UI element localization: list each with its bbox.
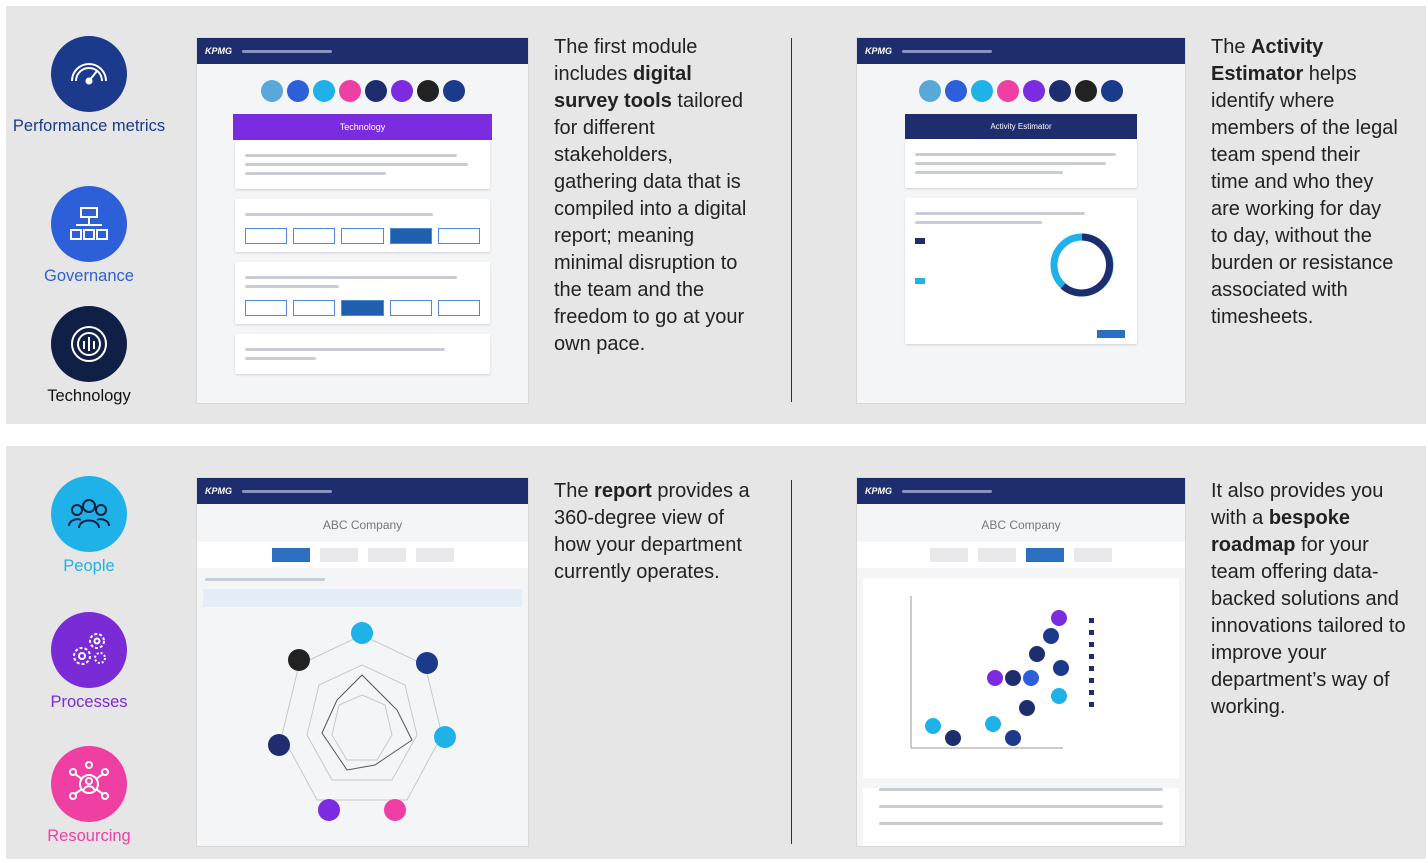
tech-gear-icon bbox=[51, 306, 127, 382]
roadmap-tabs bbox=[857, 542, 1185, 568]
report-screenshot: KPMG ABC Company bbox=[196, 477, 529, 847]
bubble-chart bbox=[910, 596, 1094, 749]
category-label: Processes bbox=[50, 693, 128, 711]
kpmg-logo: KPMG bbox=[865, 46, 892, 56]
initiatives-table bbox=[863, 788, 1179, 846]
activity-description: The Activity Estimator helps identify wh… bbox=[1211, 36, 1398, 328]
company-name: ABC Company bbox=[322, 518, 403, 532]
divider bbox=[791, 38, 792, 402]
category-resourcing: Resourcing bbox=[6, 746, 172, 846]
module-banner: Technology bbox=[233, 114, 492, 140]
app-header: KPMG bbox=[857, 478, 1185, 504]
gears-icon bbox=[51, 612, 127, 688]
radar-chart bbox=[268, 622, 456, 821]
people-icon bbox=[51, 476, 127, 552]
roadmap-screenshot: KPMG ABC Company bbox=[856, 477, 1186, 847]
tab[interactable] bbox=[978, 548, 1016, 562]
roadmap-chart-card bbox=[863, 578, 1179, 778]
roadmap-description: It also provides you with a bespoke road… bbox=[1211, 480, 1406, 718]
question-card bbox=[235, 262, 490, 324]
category-label: People bbox=[63, 557, 115, 575]
app-header: KPMG bbox=[857, 38, 1185, 64]
tab[interactable] bbox=[271, 548, 310, 562]
module-banner: Activity Estimator bbox=[905, 114, 1137, 139]
tab[interactable] bbox=[319, 548, 358, 562]
tab[interactable] bbox=[367, 548, 406, 562]
category-technology: Technology bbox=[6, 306, 172, 406]
module-icon-row bbox=[197, 80, 528, 102]
category-label: Technology bbox=[47, 387, 131, 405]
question-card bbox=[235, 334, 490, 374]
survey-description: The first module includes digital survey… bbox=[554, 36, 747, 355]
category-label: Resourcing bbox=[47, 827, 131, 845]
tab[interactable] bbox=[1026, 548, 1064, 562]
intro-card bbox=[905, 139, 1137, 188]
category-people: People bbox=[6, 476, 172, 576]
top-panel: Performance metrics Governance Technolog… bbox=[6, 6, 1426, 424]
app-header: KPMG bbox=[197, 38, 528, 64]
divider bbox=[791, 480, 792, 844]
speedometer-icon bbox=[51, 36, 127, 112]
category-label: Performance metrics bbox=[12, 117, 166, 135]
estimator-card bbox=[905, 198, 1137, 344]
category-processes: Processes bbox=[6, 612, 172, 712]
question-card bbox=[235, 199, 490, 252]
module-icon-row bbox=[857, 80, 1185, 102]
tab[interactable] bbox=[1074, 548, 1112, 562]
org-chart-icon bbox=[51, 186, 127, 262]
activity-estimator-screenshot: KPMG Activity Estimator bbox=[856, 37, 1186, 404]
report-description: The report provides a 360-degree view of… bbox=[554, 480, 750, 583]
category-label: Governance bbox=[44, 267, 134, 285]
bottom-panel: People Processes Resourcing KPMG ABC Com… bbox=[6, 446, 1426, 859]
kpmg-logo: KPMG bbox=[205, 46, 232, 56]
tab[interactable] bbox=[930, 548, 968, 562]
app-header: KPMG bbox=[197, 478, 528, 504]
network-person-icon bbox=[51, 746, 127, 822]
survey-screenshot: KPMG Technology bbox=[196, 37, 529, 404]
report-tabs bbox=[197, 542, 528, 568]
next-button[interactable] bbox=[1097, 330, 1125, 338]
intro-card bbox=[235, 140, 490, 189]
donut-chart bbox=[1050, 233, 1114, 297]
kpmg-logo: KPMG bbox=[205, 486, 232, 496]
kpmg-logo: KPMG bbox=[865, 486, 892, 496]
legend-strip bbox=[203, 589, 522, 607]
category-governance: Governance bbox=[6, 186, 172, 286]
category-performance-metrics: Performance metrics bbox=[6, 36, 172, 136]
company-name: ABC Company bbox=[981, 518, 1061, 532]
tab[interactable] bbox=[415, 548, 454, 562]
